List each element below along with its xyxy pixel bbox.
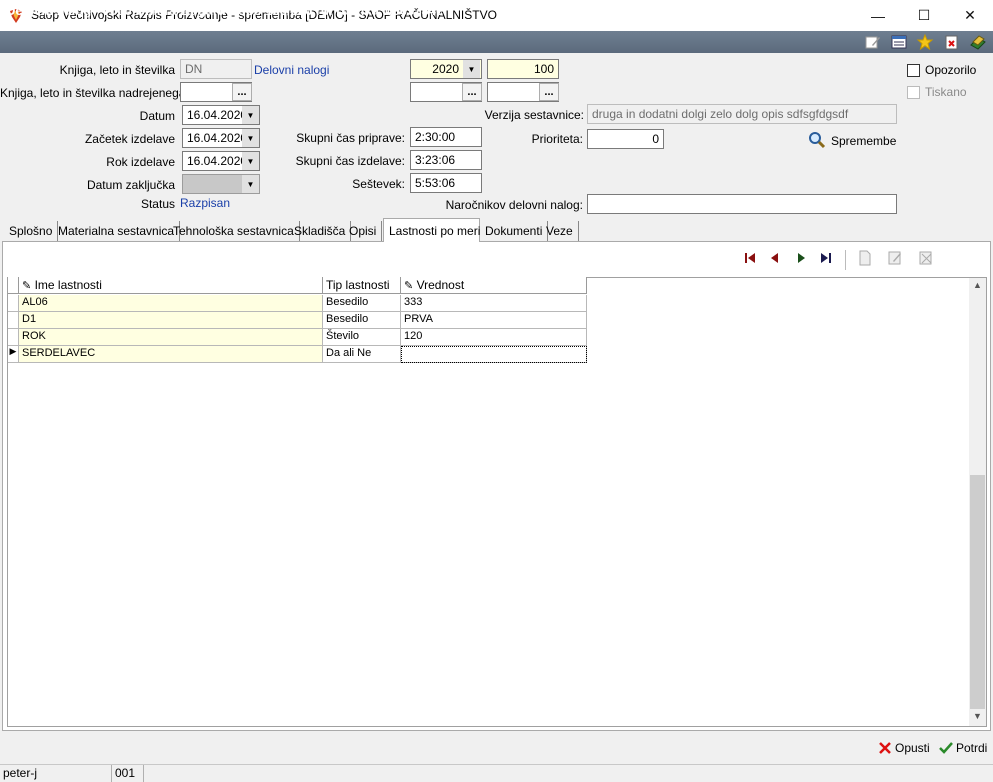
- chevron-down-icon[interactable]: ▼: [242, 175, 259, 193]
- delovni-nalogi-link[interactable]: Delovni nalogi: [254, 63, 329, 77]
- chevron-down-icon[interactable]: ▼: [242, 106, 259, 124]
- books-icon[interactable]: [969, 34, 987, 50]
- column-header-vrednost[interactable]: ✎ Vrednost: [401, 277, 587, 294]
- new-record-icon: [859, 250, 871, 266]
- toolbar-divider: [845, 250, 846, 270]
- tab-splosno[interactable]: Splošno: [4, 221, 59, 241]
- cancel-x-icon: [879, 742, 891, 754]
- confirm-check-icon: [939, 742, 953, 754]
- sestevek-label: Seštevek:: [352, 177, 405, 191]
- knjiga-label: Knjiga, leto in številka: [59, 63, 175, 77]
- delete-document-icon[interactable]: [943, 34, 961, 50]
- prioriteta-field[interactable]: 0: [587, 129, 664, 149]
- column-header-label: Ime lastnosti: [34, 278, 102, 292]
- column-header-tip[interactable]: Tip lastnosti: [323, 277, 401, 294]
- table-cell[interactable]: SERDELAVEC: [19, 346, 323, 363]
- scroll-up-icon[interactable]: ▲: [970, 280, 985, 294]
- chevron-down-icon[interactable]: ▼: [242, 129, 259, 147]
- knjiga-field: DN: [180, 59, 252, 79]
- chevron-down-icon[interactable]: ▼: [242, 152, 259, 170]
- nadrejenega-label: Knjiga, leto in številka nadrejenega: [0, 86, 186, 100]
- table-cell[interactable]: Besedilo: [323, 312, 401, 329]
- tab-dokumenti[interactable]: Dokumenti: [480, 221, 549, 241]
- search-magnifier-icon[interactable]: [808, 131, 826, 149]
- tab-veze[interactable]: Veze: [541, 221, 579, 241]
- table-cell[interactable]: 120: [401, 329, 587, 346]
- last-record-icon[interactable]: [816, 248, 836, 268]
- row-indicator[interactable]: ▶: [8, 346, 19, 363]
- opozorilo-label: Opozorilo: [925, 63, 977, 77]
- pencil-icon: ✎: [22, 280, 32, 292]
- edit-record-icon: [888, 251, 901, 265]
- sestevek-field[interactable]: 5:53:06: [410, 173, 482, 193]
- opusti-label: Opusti: [895, 741, 930, 755]
- table-cell[interactable]: [401, 346, 587, 363]
- status-label: Status: [140, 197, 175, 211]
- table-cell[interactable]: Besedilo: [323, 295, 401, 312]
- narocnikov-field[interactable]: [587, 194, 897, 214]
- tab-lastnosti-po-meri[interactable]: Lastnosti po meri: [383, 218, 480, 242]
- opozorilo-checkbox[interactable]: [907, 64, 920, 77]
- tab-skladisca[interactable]: Skladišča: [289, 221, 352, 241]
- minimize-button[interactable]: —: [855, 0, 901, 31]
- first-record-icon[interactable]: [740, 248, 760, 268]
- rok-label: Rok izdelave: [106, 155, 175, 169]
- potrdi-button[interactable]: Potrdi: [939, 737, 987, 759]
- table-cell[interactable]: Število: [323, 329, 401, 346]
- opusti-button[interactable]: Opusti: [878, 737, 930, 759]
- edit-note-icon[interactable]: [864, 34, 882, 50]
- delete-record-icon: [919, 251, 932, 265]
- spremembe-button[interactable]: Spremembe: [831, 134, 896, 148]
- list-view-icon[interactable]: [890, 34, 908, 50]
- row-indicator[interactable]: [8, 329, 19, 346]
- priprava-field[interactable]: 2:30:00: [410, 127, 482, 147]
- scroll-down-icon[interactable]: ▼: [970, 711, 985, 725]
- nadrejenega-number-browse-button[interactable]: ...: [539, 83, 559, 101]
- tab-opisi[interactable]: Opisi: [344, 221, 383, 241]
- scrollbar-thumb[interactable]: [970, 475, 985, 709]
- favorite-star-icon[interactable]: [916, 34, 934, 50]
- row-indicator[interactable]: [8, 312, 19, 329]
- maximize-button[interactable]: ☐: [901, 0, 947, 31]
- column-header-label: Vrednost: [416, 278, 465, 292]
- tab-tehnoloska-sestavnica[interactable]: Tehnološka sestavnica: [168, 221, 300, 241]
- status-value: Razpisan: [180, 196, 231, 210]
- verzija-label: Verzija sestavnice:: [484, 108, 584, 122]
- table-cell[interactable]: 333: [401, 295, 587, 312]
- table-cell[interactable]: ROK: [19, 329, 323, 346]
- next-record-icon[interactable]: [791, 248, 811, 268]
- tab-materialna-sestavnica[interactable]: Materialna sestavnica: [53, 221, 181, 241]
- verzija-field: druga in dodatni dolgi zelo dolg opis sd…: [587, 104, 897, 124]
- tiskano-label: Tiskano: [925, 85, 967, 99]
- zacetek-label: Začetek izdelave: [84, 132, 175, 146]
- izdelava-label: Skupni čas izdelave:: [295, 154, 405, 168]
- column-header-ime[interactable]: ✎ Ime lastnosti: [19, 277, 323, 294]
- nadrejenega-year-browse-button[interactable]: ...: [462, 83, 482, 101]
- datum-label: Datum: [139, 109, 175, 123]
- row-indicator-header: [8, 277, 19, 294]
- previous-record-icon[interactable]: [765, 248, 785, 268]
- table-cell[interactable]: D1: [19, 312, 323, 329]
- zakljucek-label: Datum zaključka: [86, 178, 175, 192]
- potrdi-label: Potrdi: [956, 741, 988, 755]
- priprava-label: Skupni čas priprave:: [296, 131, 405, 145]
- row-indicator[interactable]: [8, 295, 19, 312]
- status-bar: [0, 764, 993, 782]
- document-title: Delovni nalog - 7000 Omara za garderobo …: [6, 3, 444, 18]
- chevron-down-icon[interactable]: ▼: [463, 60, 480, 78]
- status-user: peter-j: [0, 765, 112, 782]
- narocnikov-label: Naročnikov delovni nalog:: [445, 198, 583, 212]
- izdelava-field[interactable]: 3:23:06: [410, 150, 482, 170]
- close-button[interactable]: ✕: [947, 0, 993, 31]
- number-field[interactable]: 100: [487, 59, 559, 79]
- nadrejenega-browse-button[interactable]: ...: [232, 83, 252, 101]
- table-cell[interactable]: AL06: [19, 295, 323, 312]
- tiskano-checkbox: [907, 86, 920, 99]
- pencil-icon: ✎: [404, 280, 414, 292]
- prioriteta-label: Prioriteta:: [531, 132, 583, 146]
- table-cell[interactable]: Da ali Ne: [323, 346, 401, 363]
- document-header: [0, 31, 993, 53]
- status-code: 001: [112, 765, 144, 782]
- table-cell[interactable]: PRVA: [401, 312, 587, 329]
